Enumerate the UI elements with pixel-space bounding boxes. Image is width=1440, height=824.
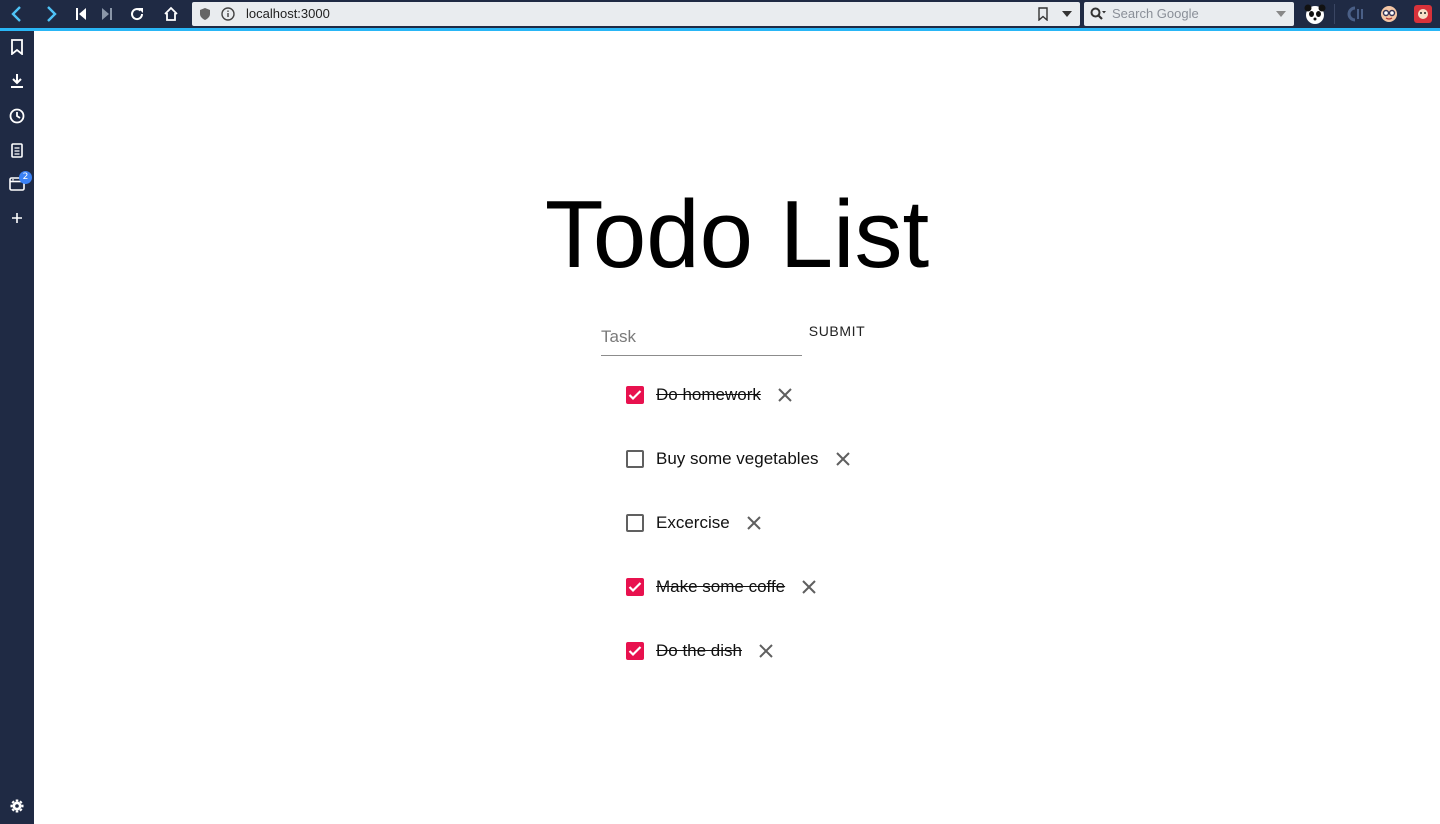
back-button[interactable]	[4, 2, 30, 26]
home-icon	[164, 6, 178, 21]
todo-checkbox[interactable]	[626, 450, 644, 468]
search-bar[interactable]: Search Google	[1084, 2, 1294, 26]
todo-item: Make some coffe	[624, 572, 821, 602]
todo-checkbox[interactable]	[626, 514, 644, 532]
todo-text: Excercise	[656, 513, 730, 532]
todo-item: Excercise	[624, 508, 766, 538]
check-icon	[628, 582, 642, 593]
panda-extension-icon[interactable]	[1304, 3, 1326, 25]
plus-icon[interactable]	[7, 208, 27, 228]
check-icon	[628, 390, 642, 401]
bookmark-page-icon[interactable]	[1038, 7, 1048, 21]
task-input-field	[601, 320, 802, 356]
delete-button[interactable]	[797, 575, 821, 599]
forward-icon	[47, 6, 57, 22]
history-icon[interactable]	[7, 106, 27, 126]
fast-forward-button[interactable]	[94, 2, 120, 26]
todo-checkbox[interactable]	[626, 386, 644, 404]
page-title: Todo List	[544, 181, 930, 288]
close-icon	[759, 644, 773, 658]
home-button[interactable]	[158, 2, 184, 26]
close-icon	[778, 388, 792, 402]
chevron-down-icon[interactable]	[1276, 11, 1286, 17]
back-icon	[11, 6, 21, 22]
todo-text: Buy some vegetables	[656, 449, 819, 468]
face-extension-icon[interactable]	[1378, 3, 1400, 25]
notes-icon[interactable]	[7, 140, 27, 160]
search-placeholder: Search Google	[1112, 6, 1199, 21]
reload-button[interactable]	[124, 2, 150, 26]
shield-icon	[200, 8, 210, 20]
todo-item: Do homework	[624, 380, 797, 410]
browser-sidebar: 2	[0, 31, 34, 824]
todo-text: Do homework	[656, 385, 761, 404]
submit-button[interactable]: SUBMIT	[802, 318, 872, 344]
chevron-down-icon[interactable]	[1062, 11, 1072, 17]
gear-icon[interactable]	[7, 796, 27, 816]
delete-button[interactable]	[773, 383, 797, 407]
delete-button[interactable]	[742, 511, 766, 535]
red-extension-icon[interactable]	[1412, 3, 1434, 25]
todo-item: Do the dish	[624, 636, 778, 666]
check-icon	[628, 646, 642, 657]
download-icon[interactable]	[7, 71, 27, 91]
close-icon	[746, 516, 761, 530]
bookmark-icon[interactable]	[7, 37, 27, 57]
info-icon[interactable]	[221, 7, 235, 21]
address-bar[interactable]: localhost:3000	[192, 2, 1080, 26]
fast-forward-icon	[102, 8, 112, 20]
url-text: localhost:3000	[246, 6, 330, 21]
task-input[interactable]	[601, 320, 802, 354]
forward-button[interactable]	[38, 2, 64, 26]
todo-text: Make some coffe	[656, 577, 786, 596]
toolbar-divider	[1334, 4, 1335, 24]
close-icon	[835, 452, 850, 466]
rewind-button[interactable]	[68, 2, 94, 26]
reload-icon	[131, 8, 144, 21]
css-extension-icon[interactable]	[1344, 3, 1366, 25]
search-icon	[1090, 7, 1106, 20]
delete-button[interactable]	[831, 447, 855, 471]
close-icon	[802, 580, 816, 594]
todo-checkbox[interactable]	[626, 578, 644, 596]
browser-toolbar: localhost:3000 Search Google	[0, 0, 1440, 31]
todo-item: Buy some vegetables	[624, 444, 855, 474]
delete-button[interactable]	[754, 639, 778, 663]
todo-text: Do the dish	[656, 641, 742, 660]
todo-checkbox[interactable]	[626, 642, 644, 660]
window-count-badge: 2	[19, 171, 32, 184]
rewind-icon	[76, 8, 86, 20]
